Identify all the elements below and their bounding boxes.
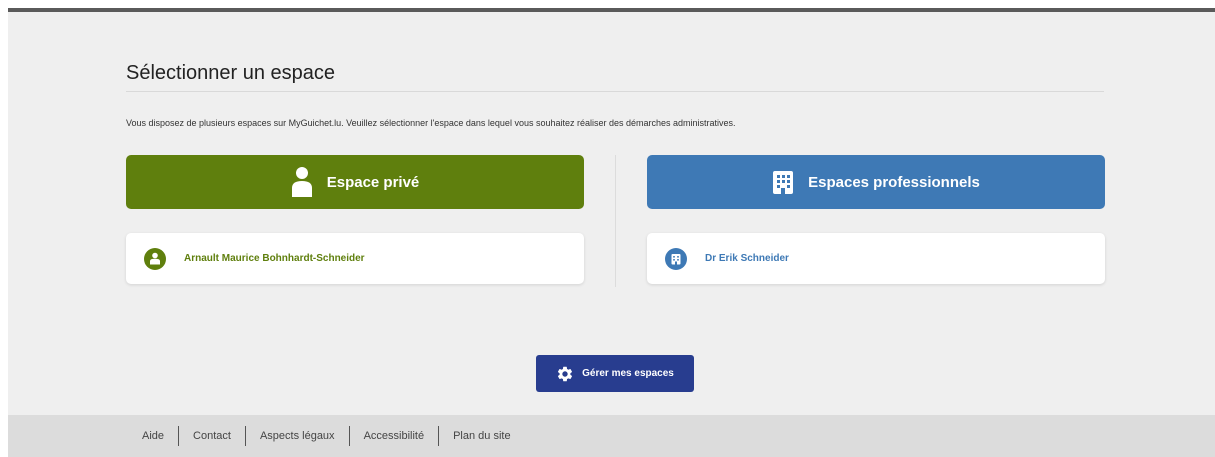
main-content: Sélectionner un espace Vous disposez de … (8, 12, 1215, 415)
professional-entity-card[interactable]: Dr Erik Schneider (647, 233, 1105, 284)
professional-spaces-label: Espaces professionnels (808, 173, 980, 191)
professional-entity-name: Dr Erik Schneider (705, 253, 789, 264)
page-title: Sélectionner un espace (126, 62, 336, 84)
footer-link-accessibilite[interactable]: Accessibilité (364, 430, 425, 442)
person-icon (291, 166, 313, 198)
private-user-card[interactable]: Arnault Maurice Bohnhardt-Schneider (126, 233, 584, 284)
footer-separator (244, 426, 246, 446)
building-icon (665, 247, 687, 270)
footer-link-plan-du-site[interactable]: Plan du site (453, 430, 510, 442)
footer-link-aide[interactable]: Aide (142, 430, 164, 442)
title-divider (126, 91, 1104, 92)
private-user-name: Arnault Maurice Bohnhardt-Schneider (184, 253, 365, 264)
footer: Aide Contact Aspects légaux Accessibilit… (8, 415, 1215, 457)
manage-spaces-button[interactable]: Gérer mes espaces (536, 355, 694, 392)
column-divider (615, 155, 616, 287)
footer-separator (348, 426, 350, 446)
professional-spaces-button[interactable]: Espaces professionnels (647, 155, 1105, 209)
person-icon (144, 247, 166, 270)
footer-link-contact[interactable]: Contact (193, 430, 231, 442)
private-space-label: Espace privé (326, 173, 420, 191)
footer-separator (438, 426, 440, 446)
intro-text: Vous disposez de plusieurs espaces sur M… (126, 118, 736, 128)
footer-nav: Aide Contact Aspects légaux Accessibilit… (142, 415, 511, 457)
footer-link-aspects-legaux[interactable]: Aspects légaux (260, 430, 335, 442)
gear-icon (556, 365, 574, 383)
private-space-button[interactable]: Espace privé (126, 155, 584, 209)
manage-spaces-label: Gérer mes espaces (582, 368, 674, 379)
footer-separator (178, 426, 180, 446)
building-icon (772, 169, 794, 195)
